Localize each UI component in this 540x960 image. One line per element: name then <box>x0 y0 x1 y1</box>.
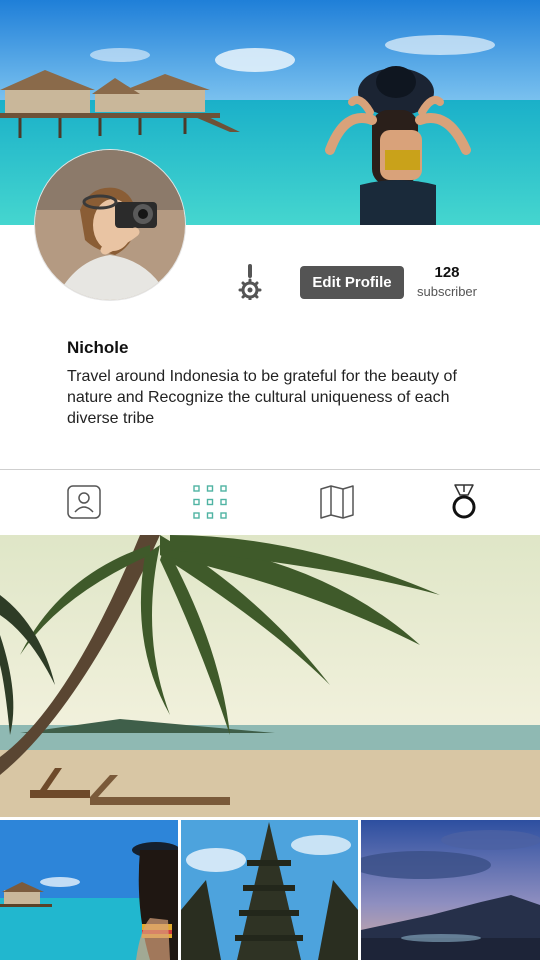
tab-medal[interactable] <box>446 484 482 520</box>
grid-icon <box>193 485 227 519</box>
avatar[interactable] <box>35 150 185 300</box>
subscriber-label: subscriber <box>417 284 477 299</box>
subscriber-count: 128 <box>434 264 460 281</box>
profile-icon <box>67 485 101 519</box>
photo-temple[interactable] <box>181 820 358 960</box>
photo-beach-palm[interactable] <box>0 535 540 817</box>
medal-icon <box>452 484 476 519</box>
map-icon <box>320 485 354 519</box>
photo-mountain-sunset[interactable] <box>361 820 540 960</box>
edit-profile-button[interactable]: Edit Profile <box>300 266 404 299</box>
tab-map[interactable] <box>319 484 355 520</box>
photo-woman-sea[interactable] <box>0 820 178 960</box>
profile-bio: Travel around Indonesia to be grateful f… <box>67 368 457 427</box>
tab-grid[interactable] <box>192 484 228 520</box>
profile-name: Nichole <box>67 338 129 357</box>
divider <box>0 469 540 470</box>
tab-profile[interactable] <box>66 484 102 520</box>
settings-icon[interactable] <box>238 264 262 302</box>
